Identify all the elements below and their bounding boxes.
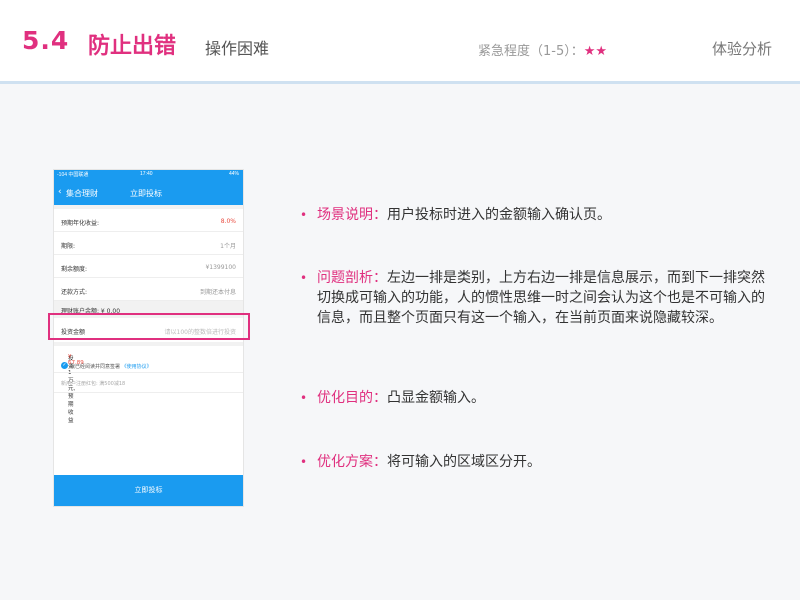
section-number: 5.4 bbox=[22, 26, 70, 55]
info-row-yield: 预期年化收益: 8.0% bbox=[54, 209, 243, 232]
carrier-text: -104 中国联通 bbox=[57, 172, 89, 178]
expected-return: 投资1万元,预期收益 ¥ 67.89 bbox=[54, 346, 243, 424]
nav-bar: ‹ 集合理财 立即投标 bbox=[54, 180, 243, 205]
bullet-head: 问题剖析： bbox=[317, 270, 387, 286]
newbie-bonus[interactable]: 新用户注册红包: 满500减18 bbox=[54, 373, 243, 393]
back-icon[interactable]: ‹ bbox=[58, 187, 62, 197]
bullet-dot-icon: • bbox=[300, 271, 308, 285]
category-label: 体验分析 bbox=[712, 40, 773, 58]
info-row-term: 期限: 1个月 bbox=[54, 232, 243, 255]
info-value: ¥1399100 bbox=[205, 264, 236, 271]
nav-title: 立即投标 bbox=[130, 189, 162, 198]
info-value: 到期还本付息 bbox=[199, 289, 236, 296]
agree-text: 我已经阅读并同意签署 bbox=[70, 364, 122, 370]
newbie-text: 新用户注册红包: 满500减18 bbox=[61, 381, 126, 387]
bullet-dot-icon: • bbox=[300, 455, 308, 469]
info-value: 1个月 bbox=[220, 243, 236, 250]
bullet-text: 凸显金额输入。 bbox=[387, 390, 485, 406]
check-icon[interactable]: ✓ bbox=[61, 362, 68, 369]
battery-text: 44% bbox=[228, 171, 239, 177]
info-row-remaining: 剩余额度: ¥1399100 bbox=[54, 255, 243, 278]
section-title: 防止出错 bbox=[88, 34, 177, 59]
star-icon: ★★ bbox=[583, 44, 608, 59]
submit-button[interactable]: 立即投标 bbox=[54, 475, 243, 506]
bullet-head: 场景说明： bbox=[317, 207, 387, 223]
bullet-text: 将可输入的区域区分开。 bbox=[387, 454, 541, 470]
info-label: 期限: bbox=[61, 243, 76, 250]
status-bar: -104 中国联通 17:40 44% bbox=[54, 170, 243, 180]
info-label: 剩余额度: bbox=[61, 266, 88, 273]
highlight-box bbox=[48, 313, 250, 340]
info-label: 还款方式: bbox=[61, 289, 88, 296]
bullet-dot-icon: • bbox=[300, 208, 308, 222]
urgency-rating: 紧急程度（1-5）：★★ bbox=[478, 40, 607, 59]
back-button[interactable]: 集合理财 bbox=[66, 188, 98, 199]
slide-header: 5.4 防止出错 操作困难 紧急程度（1-5）：★★ 体验分析 bbox=[0, 0, 800, 84]
agreement-checkbox[interactable]: ✓ 我已经阅读并同意签署 《使用协议》 bbox=[54, 360, 243, 373]
urgency-label: 紧急程度（1-5）： bbox=[478, 44, 584, 59]
bullet-head: 优化方案： bbox=[317, 454, 387, 470]
info-label: 预期年化收益: bbox=[61, 220, 100, 227]
time-text: 17:40 bbox=[140, 171, 153, 177]
bullet-head: 优化目的： bbox=[317, 390, 387, 406]
agreement-link[interactable]: 《使用协议》 bbox=[122, 364, 152, 370]
info-value: 8.0% bbox=[220, 218, 236, 225]
bullet-text: 用户投标时进入的金额输入确认页。 bbox=[387, 207, 611, 223]
info-row-repayment: 还款方式: 到期还本付息 bbox=[54, 278, 243, 301]
bullet-dot-icon: • bbox=[300, 391, 308, 405]
section-subtitle: 操作困难 bbox=[205, 39, 270, 58]
